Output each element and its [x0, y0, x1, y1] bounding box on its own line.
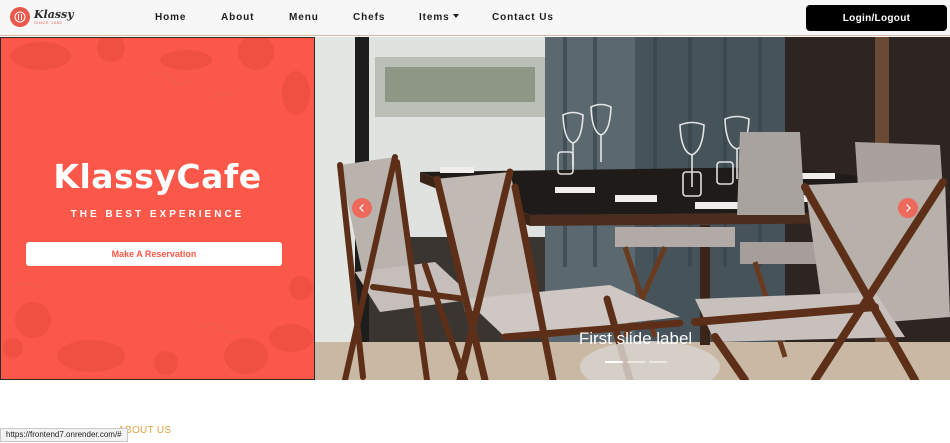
caret-down-icon	[452, 14, 459, 18]
carousel-indicator-3[interactable]	[649, 361, 667, 363]
brand-name: Klassy	[34, 8, 74, 21]
make-reservation-button[interactable]: Make A Reservation	[26, 242, 282, 266]
browser-status-url: https://frontend7.onrender.com/#	[0, 428, 128, 442]
carousel-prev-button[interactable]	[352, 198, 372, 218]
carousel-indicator-1[interactable]	[605, 361, 623, 363]
nav-link-menu[interactable]: Menu	[289, 12, 319, 23]
brand-logo[interactable]: Klassy SINCE 1985	[10, 7, 74, 27]
login-logout-button[interactable]: Login/Logout	[806, 5, 947, 31]
hero-subtitle: THE BEST EXPERIENCE	[70, 209, 245, 220]
carousel-indicators	[605, 361, 667, 363]
chevron-left-icon	[359, 204, 364, 212]
carousel-indicator-2[interactable]	[627, 361, 645, 363]
carousel-next-button[interactable]	[898, 198, 918, 218]
nav-link-contact[interactable]: Contact Us	[492, 12, 554, 23]
brand-tagline: SINCE 1985	[34, 20, 63, 25]
nav-link-about[interactable]: About	[221, 12, 254, 23]
chevron-right-icon	[906, 204, 911, 212]
slide-caption: First slide label	[578, 329, 693, 348]
hero-carousel: First slide label	[315, 37, 950, 380]
nav-link-home[interactable]: Home	[155, 12, 186, 23]
navbar: Klassy SINCE 1985 Home About Menu Chefs …	[0, 0, 950, 36]
utensils-icon	[10, 7, 30, 27]
hero-panel: KlassyCafe THE BEST EXPERIENCE Make A Re…	[0, 37, 315, 380]
hero-title: KlassyCafe	[53, 157, 262, 196]
page: Klassy SINCE 1985 Home About Menu Chefs …	[0, 0, 950, 443]
nav-link-chefs[interactable]: Chefs	[353, 12, 385, 23]
nav-link-items-label: Items	[419, 12, 450, 23]
nav-link-items[interactable]: Items	[419, 12, 459, 23]
